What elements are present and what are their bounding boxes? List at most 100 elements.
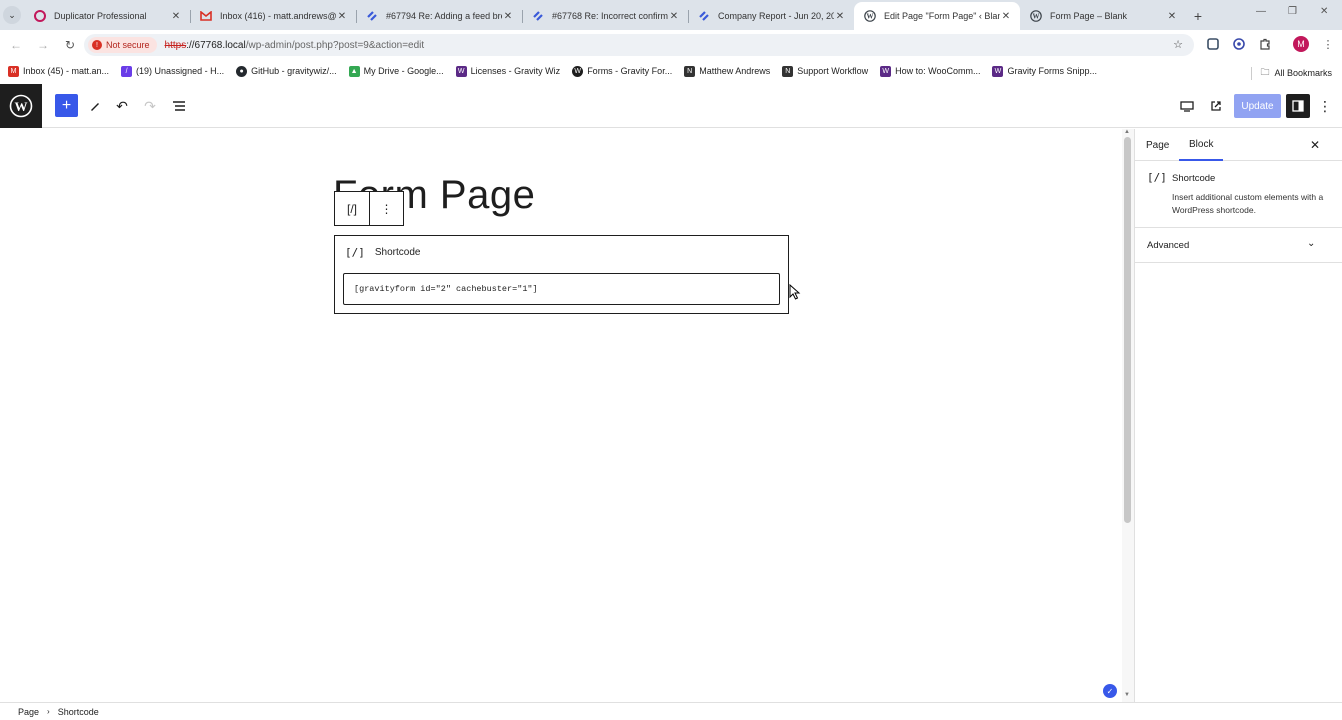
wordpress-logo-button[interactable]: W	[0, 84, 42, 128]
bookmarks-bar: M Inbox (45) - matt.an... / (19) Unassigne…	[0, 60, 1342, 82]
shortcode-text-input[interactable]: [gravityform id="2" cachebuster="1"]	[343, 273, 780, 305]
block-toolbar: [/] ⋮	[334, 191, 404, 226]
options-menu-button[interactable]: ⋮	[1313, 94, 1337, 118]
scroll-up-icon[interactable]: ▲	[1124, 129, 1130, 135]
document-overview-button[interactable]	[167, 94, 191, 118]
shortcode-icon: [/]	[1147, 171, 1167, 184]
bookmark-item[interactable]: N Matthew Andrews	[684, 65, 770, 77]
tab-title: Edit Page "Form Page" ‹ Blank	[884, 11, 1000, 21]
wordpress-icon: W	[9, 94, 33, 118]
forward-button[interactable]: →	[31, 33, 55, 57]
new-tab-button[interactable]: +	[1186, 2, 1210, 30]
browser-tab[interactable]: W Form Page – Blank ✕	[1020, 2, 1186, 30]
bookmark-label: Forms - Gravity For...	[587, 66, 673, 76]
profile-avatar[interactable]: M	[1293, 36, 1309, 52]
bookmark-item[interactable]: / (19) Unassigned - H...	[121, 65, 224, 77]
browser-menu-icon[interactable]: ⋮	[1318, 34, 1338, 54]
scrollbar-thumb[interactable]	[1124, 137, 1131, 523]
shortcode-block-header: [/] Shortcode	[345, 246, 420, 259]
gmail-icon	[200, 10, 212, 22]
block-inserter-button[interactable]: +	[55, 94, 78, 117]
advanced-panel-toggle[interactable]: Advanced ⌄	[1135, 227, 1342, 263]
browser-tab[interactable]: Duplicator Professional ✕	[24, 2, 190, 30]
external-link-icon	[1211, 101, 1221, 111]
preview-button[interactable]	[1175, 94, 1199, 118]
bookmark-label: Inbox (45) - matt.an...	[23, 66, 110, 76]
extensions-puzzle-icon[interactable]	[1255, 34, 1275, 54]
block-card-title: Shortcode	[1172, 173, 1216, 184]
close-icon[interactable]: ✕	[668, 11, 680, 22]
tab-title: Inbox (416) - matt.andrews@g	[220, 11, 336, 21]
sidebar-icon	[1292, 100, 1304, 112]
shortcode-icon: [/]	[346, 201, 357, 216]
extension-shield-icon[interactable]	[1229, 34, 1249, 54]
browser-tab[interactable]: Company Report - Jun 20, 2024 ✕	[688, 2, 854, 30]
mouse-cursor-icon	[789, 284, 801, 300]
reload-button[interactable]: ↻	[58, 33, 82, 57]
browser-tab[interactable]: Inbox (416) - matt.andrews@g ✕	[190, 2, 356, 30]
redo-icon: ↷	[144, 97, 156, 114]
extension-gravity-icon[interactable]	[1203, 34, 1223, 54]
restore-icon[interactable]: ❐	[1288, 6, 1297, 17]
breadcrumb-item-page[interactable]: Page	[18, 707, 39, 717]
back-button[interactable]: ←	[4, 33, 28, 57]
omnibox[interactable]: ! Not secure https://67768.local/wp-admi…	[84, 34, 1194, 56]
svg-text:W: W	[15, 99, 28, 114]
star-icon[interactable]: ☆	[1168, 34, 1188, 54]
url-text[interactable]: https://67768.local/wp-admin/post.php?po…	[165, 40, 425, 51]
close-icon[interactable]: ✕	[1000, 11, 1012, 22]
window-close-icon[interactable]: ✕	[1320, 6, 1328, 17]
browser-tab-active[interactable]: W Edit Page "Form Page" ‹ Blank ✕	[854, 2, 1020, 30]
close-icon[interactable]: ✕	[170, 11, 182, 22]
view-page-button[interactable]	[1204, 94, 1228, 118]
settings-sidebar: Page Block ✕ [/] Shortcode Insert additi…	[1134, 129, 1342, 702]
bookmark-item[interactable]: ● GitHub - gravitywiz/...	[236, 65, 337, 77]
tab-page[interactable]: Page	[1146, 129, 1169, 161]
close-sidebar-button[interactable]: ✕	[1305, 135, 1325, 155]
editor-canvas[interactable]: Form Page [/] ⋮ [/] Shortcode [gravityfo…	[0, 129, 1122, 702]
bookmark-item[interactable]: W Licenses - Gravity Wiz	[455, 65, 560, 77]
browser-tab[interactable]: #67794 Re: Adding a feed brea ✕	[356, 2, 522, 30]
block-options-button[interactable]: ⋮	[369, 192, 403, 225]
all-bookmarks-button[interactable]: 🗀 All Bookmarks	[1251, 65, 1332, 81]
breadcrumb: Page › Shortcode	[0, 702, 1342, 720]
bookmark-label: GitHub - gravitywiz/...	[251, 66, 337, 76]
close-icon[interactable]: ✕	[1166, 11, 1178, 22]
canvas-scrollbar[interactable]: ▲ ▼	[1122, 129, 1134, 702]
gmail-icon: M	[8, 65, 19, 77]
editor-header: W + ↶ ↷ Update ⋮	[0, 84, 1342, 128]
url-host: ://67768.local	[186, 39, 246, 51]
bookmark-item[interactable]: N Support Workflow	[782, 65, 868, 77]
bookmark-item[interactable]: W Forms - Gravity For...	[572, 65, 673, 77]
breadcrumb-item-shortcode[interactable]: Shortcode	[58, 707, 99, 717]
bookmark-item[interactable]: W How to: WooComm...	[880, 65, 981, 77]
more-vertical-icon: ⋮	[380, 201, 393, 216]
undo-button[interactable]: ↶	[110, 94, 134, 118]
block-type-button[interactable]: [/]	[335, 192, 369, 225]
tab-block[interactable]: Block	[1179, 129, 1224, 161]
update-button[interactable]: Update	[1234, 94, 1281, 118]
helpscout-icon	[698, 10, 710, 22]
settings-toggle-button[interactable]	[1286, 94, 1310, 118]
close-icon[interactable]: ✕	[502, 11, 514, 22]
tab-search-button[interactable]: ⌄	[0, 0, 24, 30]
browser-tab[interactable]: #67768 Re: Incorrect confirmat ✕	[522, 2, 688, 30]
minimize-icon[interactable]: —	[1256, 6, 1266, 17]
scroll-down-icon[interactable]: ▼	[1124, 692, 1130, 698]
close-icon[interactable]: ✕	[336, 11, 348, 22]
close-icon[interactable]: ✕	[834, 11, 846, 22]
bookmark-item[interactable]: W Gravity Forms Snipp...	[992, 65, 1097, 77]
security-chip[interactable]: ! Not secure	[88, 37, 157, 53]
shortcode-block[interactable]: [/] Shortcode [gravityform id="2" cacheb…	[334, 235, 789, 314]
more-vertical-icon: ⋮	[1318, 97, 1332, 114]
bookmark-label: How to: WooComm...	[895, 66, 981, 76]
security-label: Not secure	[106, 40, 150, 50]
redo-button[interactable]: ↷	[138, 94, 162, 118]
gravitywiz-icon: W	[455, 65, 467, 77]
warning-icon: !	[92, 40, 102, 50]
folder-icon: 🗀	[1260, 67, 1270, 77]
bookmark-item[interactable]: M Inbox (45) - matt.an...	[8, 65, 110, 77]
bookmark-item[interactable]: ▲ My Drive - Google...	[348, 65, 444, 77]
url-scheme: https	[164, 39, 187, 51]
tools-button[interactable]	[83, 94, 107, 118]
